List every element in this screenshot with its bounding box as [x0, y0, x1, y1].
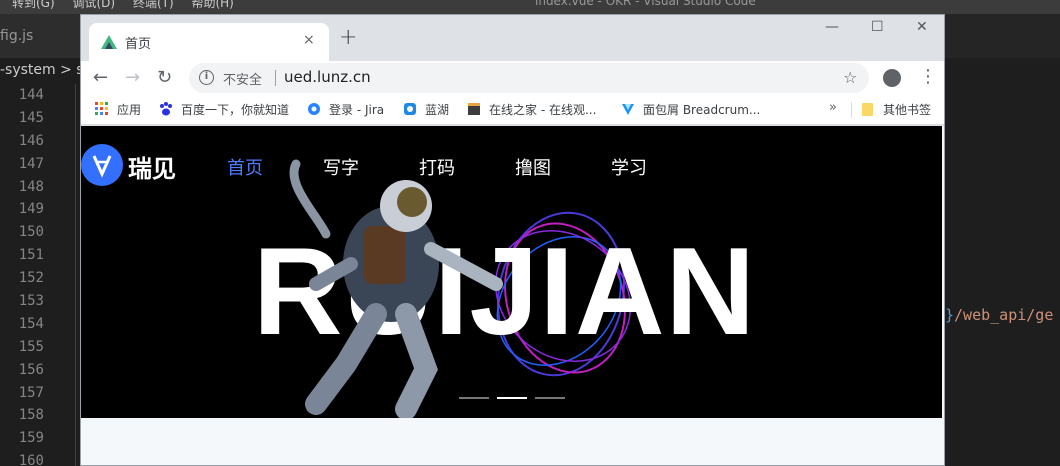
bookmark-label: 其他书签	[883, 103, 932, 117]
carousel-dot-1[interactable]	[459, 397, 489, 399]
astronaut-illustration	[289, 159, 503, 418]
nav-learning[interactable]: 学习	[611, 154, 647, 180]
line-number: 150	[18, 224, 44, 241]
vscode-editor-tab[interactable]: fig.js	[0, 14, 80, 58]
line-number: 156	[18, 361, 44, 378]
bookmark-star-icon[interactable]: ☆	[843, 68, 857, 87]
bookmark-label: 蓝湖	[425, 103, 450, 117]
menu-goto[interactable]: 转到(G)	[12, 0, 55, 10]
code-snippet: }/web_api/ge	[945, 306, 1053, 324]
carousel-dot-3[interactable]	[535, 397, 565, 399]
code-string: /web_api/ge	[954, 306, 1054, 324]
nav-writing[interactable]: 写字	[323, 154, 359, 180]
line-number: 145	[18, 109, 44, 126]
vue-logo-icon	[101, 35, 117, 49]
back-button[interactable]: ←	[93, 67, 108, 88]
line-number: 160	[18, 453, 44, 466]
forward-button[interactable]: →	[125, 67, 140, 88]
omnibox-separator	[275, 70, 276, 86]
vuetify-icon	[622, 104, 634, 115]
lanhu-icon	[404, 103, 416, 115]
line-number: 158	[18, 407, 44, 424]
address-bar[interactable]: i 不安全 ued.lunz.cn ☆	[189, 63, 869, 93]
line-number: 148	[18, 178, 44, 195]
maximize-button[interactable]: ☐	[871, 19, 884, 35]
bookmark-baidu[interactable]: 百度一下，你就知道	[159, 101, 289, 118]
bookmark-zaixian[interactable]: 在线之家 - 在线观...	[467, 101, 596, 118]
bookmark-label: 百度一下，你就知道	[181, 103, 290, 117]
bookmark-label: 应用	[117, 103, 142, 117]
baidu-paw-icon	[160, 102, 172, 116]
bookmark-jira[interactable]: 登录 - Jira	[307, 101, 384, 118]
logo-mark-icon	[92, 155, 112, 178]
browser-toolbar: ← → ↻ i 不安全 ued.lunz.cn ☆ ⋮	[81, 61, 944, 95]
line-number: 147	[18, 155, 44, 172]
browser-tab[interactable]: 首页 ×	[89, 23, 329, 61]
line-number: 155	[18, 338, 44, 355]
vscode-menu: 转到(G) 调试(D) 终端(T) 帮助(H)	[12, 0, 248, 11]
bookmarks-overflow-icon[interactable]: »	[829, 100, 837, 115]
security-label[interactable]: 不安全	[223, 69, 262, 88]
line-number: 146	[18, 132, 44, 149]
chrome-window: 首页 × + — ☐ ✕ ← → ↻ i 不安全 ued.lunz.cn ☆ ⋮…	[80, 14, 945, 466]
bookmark-label: 在线之家 - 在线观...	[489, 103, 597, 117]
tab-strip: 首页 × + — ☐ ✕	[81, 15, 944, 61]
line-number-gutter: 144 145 146 147 148 149 150 151 152 153 154 155 156 1…	[0, 84, 80, 466]
bookmarks-divider	[851, 102, 852, 118]
apps-grid-icon	[95, 102, 108, 115]
reload-button[interactable]: ↻	[157, 67, 172, 88]
bookmark-other[interactable]: 其他书签	[861, 101, 931, 118]
line-number: 151	[18, 247, 44, 264]
site-logo-icon[interactable]	[81, 144, 123, 186]
bookmark-lanhu[interactable]: 蓝湖	[403, 101, 449, 118]
menu-help[interactable]: 帮助(H)	[191, 0, 233, 10]
code-brace: }	[945, 306, 955, 324]
hero-banner: RUIJIAN 瑞见 首页 写字 打码 撸图 学习	[81, 126, 942, 418]
indent-guide	[75, 84, 76, 466]
info-icon[interactable]: i	[199, 70, 214, 85]
site-brand[interactable]: 瑞见	[128, 149, 176, 184]
close-window-button[interactable]: ✕	[916, 19, 928, 35]
page-content: RUIJIAN 瑞见 首页 写字 打码 撸图 学习	[81, 126, 944, 465]
carousel-dot-2[interactable]	[497, 397, 527, 399]
jira-gear-icon	[308, 103, 320, 115]
line-number: 144	[18, 87, 44, 103]
line-number: 159	[18, 430, 44, 447]
chrome-menu-icon[interactable]: ⋮	[919, 66, 937, 87]
new-tab-button[interactable]: +	[339, 25, 357, 50]
vscode-menubar: 转到(G) 调试(D) 终端(T) 帮助(H) index.vue - OKR …	[0, 0, 1060, 14]
nav-home[interactable]: 首页	[227, 154, 263, 180]
bookmark-apps[interactable]: 应用	[95, 101, 141, 118]
menu-terminal[interactable]: 终端(T)	[133, 0, 174, 10]
menu-debug[interactable]: 调试(D)	[73, 0, 116, 10]
film-clapper-icon	[468, 103, 480, 115]
profile-avatar-icon[interactable]	[883, 69, 901, 87]
bookmark-label: 面包屑 Breadcrum...	[643, 103, 761, 117]
minimize-button[interactable]: —	[825, 19, 839, 35]
bookmarks-bar: 应用 百度一下，你就知道 登录 - Jira 蓝湖 在线之家 - 在线观...	[81, 95, 944, 125]
close-tab-icon[interactable]: ×	[303, 32, 315, 48]
line-number: 153	[18, 293, 44, 310]
bookmark-breadcrumb[interactable]: 面包屑 Breadcrum...	[621, 101, 760, 118]
line-number: 152	[18, 270, 44, 287]
folder-icon	[862, 103, 873, 116]
vscode-window-title: index.vue - OKR - Visual Studio Code	[535, 0, 756, 8]
line-number: 154	[18, 315, 44, 332]
line-number: 149	[18, 201, 44, 218]
url-text[interactable]: ued.lunz.cn	[284, 68, 371, 86]
line-number: 157	[18, 384, 44, 401]
bookmark-label: 登录 - Jira	[329, 103, 385, 117]
nav-coding[interactable]: 打码	[419, 154, 455, 180]
nav-images[interactable]: 撸图	[515, 154, 551, 180]
tab-title: 首页	[125, 37, 152, 52]
